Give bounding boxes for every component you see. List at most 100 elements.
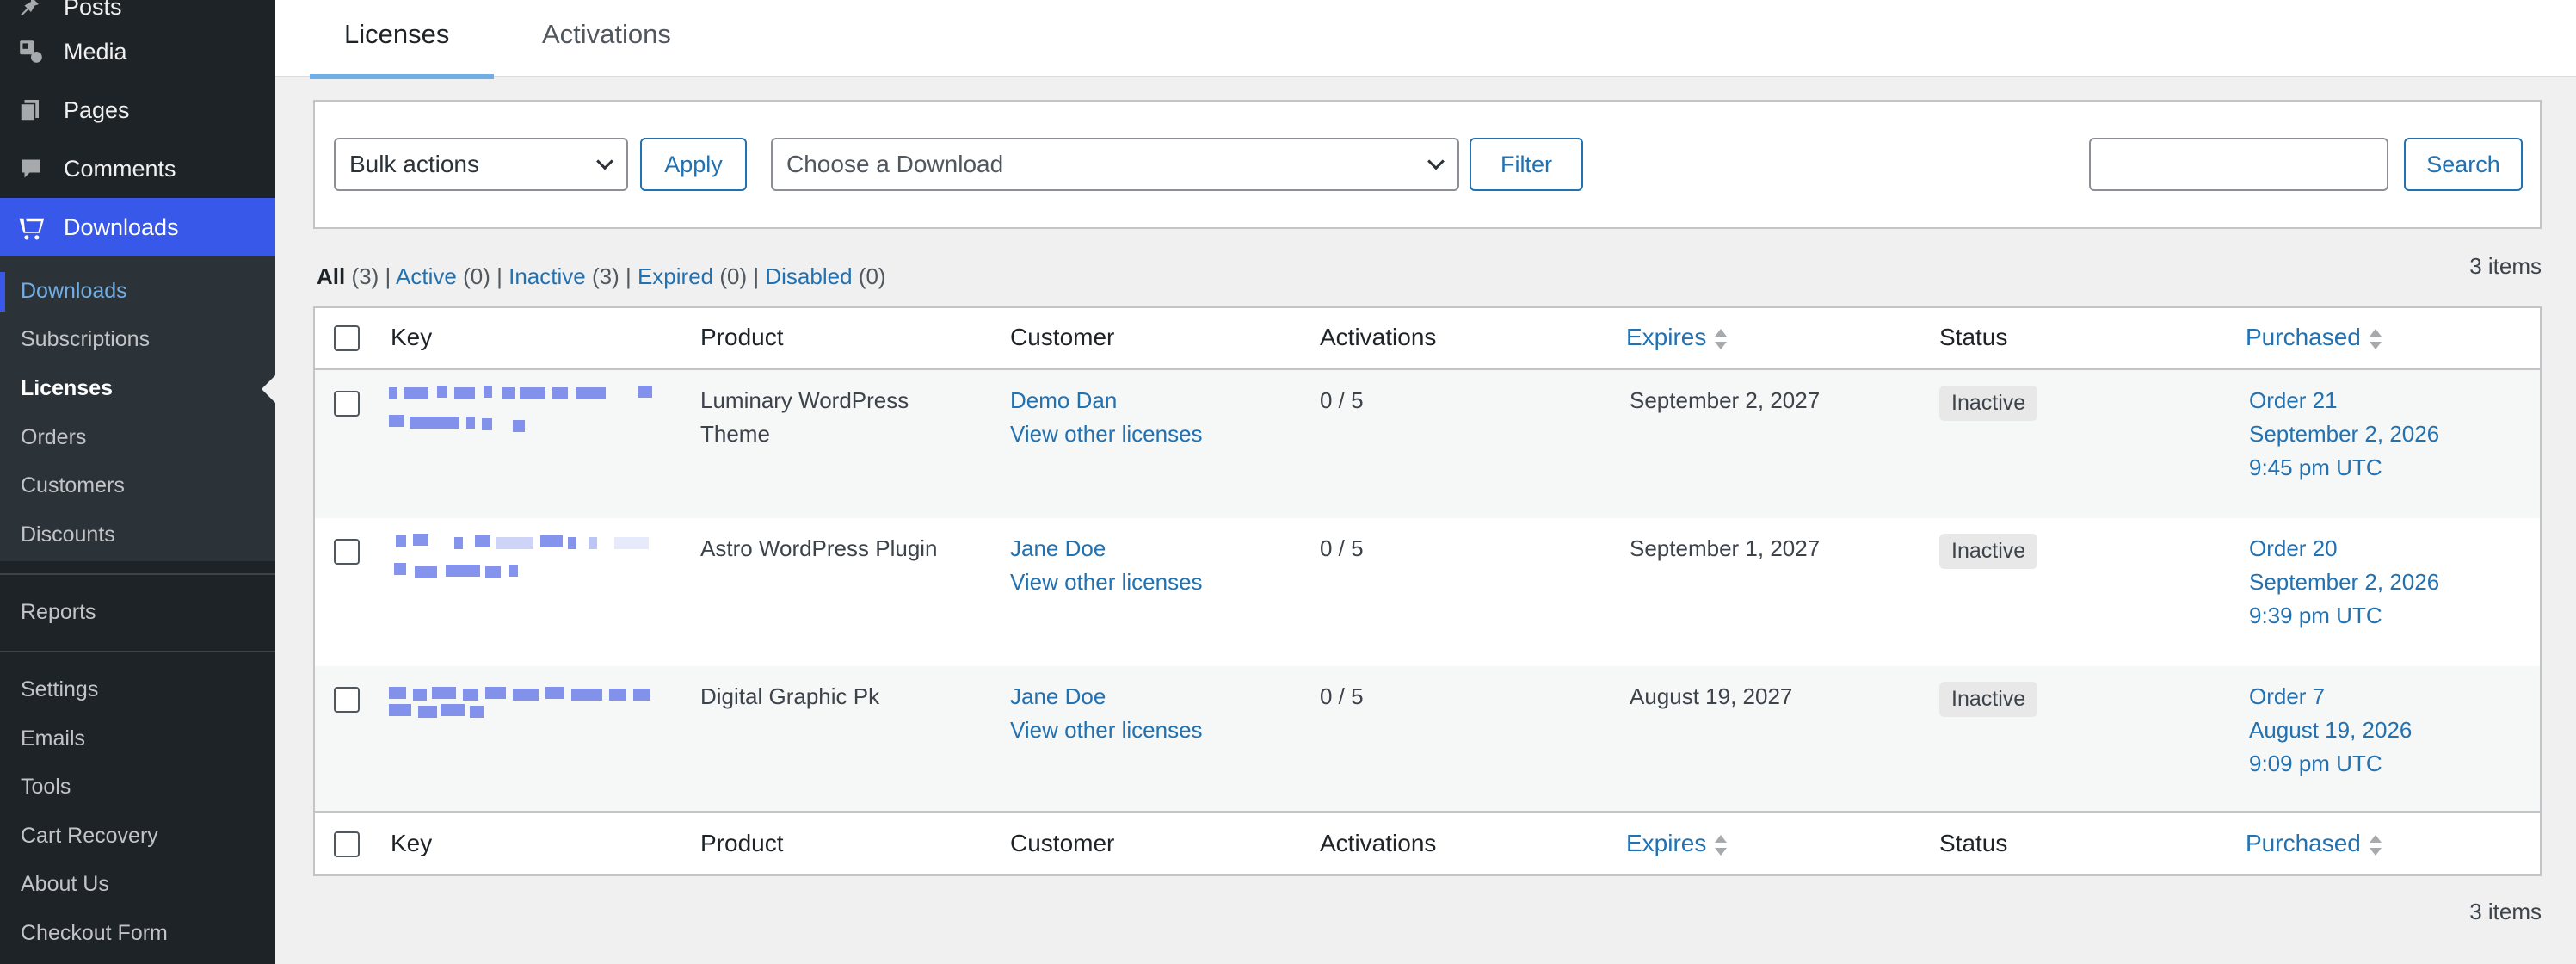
customer-link[interactable]: Demo Dan [1010, 384, 1203, 417]
bulk-actions-select[interactable]: Bulk actions [334, 138, 628, 191]
column-status: Status [1939, 324, 2008, 350]
submenu-item-customers[interactable]: Customers [21, 473, 125, 498]
column-customer: Customer [1010, 324, 1115, 350]
customer-cell: Demo Dan View other licenses [1010, 384, 1203, 451]
view-inactive[interactable]: Inactive [508, 263, 586, 289]
apply-button[interactable]: Apply [640, 138, 747, 191]
menu-item-downloads[interactable]: Downloads [0, 198, 275, 256]
status-badge: Inactive [1939, 534, 2038, 569]
purchased-time[interactable]: 9:45 pm UTC [2249, 451, 2439, 485]
menu-item-media[interactable]: Media [0, 22, 275, 81]
submenu-divider [0, 573, 275, 575]
table-row: Luminary WordPress Theme Demo Dan View o… [315, 370, 2540, 518]
status-badge: Inactive [1939, 386, 2038, 421]
active-tab-indicator [310, 74, 494, 79]
filter-button[interactable]: Filter [1470, 138, 1583, 191]
menu-item-label: Posts [64, 0, 122, 20]
chevron-down-icon [596, 152, 613, 170]
activations-count: 0 / 5 [1320, 535, 1364, 561]
submenu-divider [0, 651, 275, 652]
submenu-item-reports[interactable]: Reports [21, 600, 96, 625]
purchased-time[interactable]: 9:39 pm UTC [2249, 599, 2439, 633]
sort-icon [2369, 834, 2382, 856]
view-other-licenses-link[interactable]: View other licenses [1010, 714, 1203, 747]
column-purchased: Purchased [2246, 830, 2361, 856]
row-checkbox[interactable] [334, 687, 360, 713]
activations-count: 0 / 5 [1320, 387, 1364, 413]
menu-item-pages[interactable]: Pages [0, 81, 275, 139]
submenu-item-discounts[interactable]: Discounts [21, 522, 115, 547]
view-separator: | [753, 263, 760, 289]
submenu-indicator [0, 272, 5, 312]
product-name-line: Digital Graphic Pk [700, 683, 880, 709]
media-icon [15, 36, 46, 67]
customer-link[interactable]: Jane Doe [1010, 532, 1203, 565]
column-purchased-sort[interactable]: Purchased [2246, 324, 2382, 351]
submenu-item-tools[interactable]: Tools [21, 775, 71, 800]
expires-date: September 2, 2027 [1630, 387, 1821, 413]
license-tabs: Licenses Activations [275, 0, 2576, 77]
view-all[interactable]: All [317, 263, 345, 289]
submenu-item-cart-recovery[interactable]: Cart Recovery [21, 824, 158, 849]
order-link[interactable]: Order 20 [2249, 532, 2439, 565]
view-expired[interactable]: Expired [638, 263, 713, 289]
purchased-date[interactable]: September 2, 2026 [2249, 417, 2439, 451]
product-name-line: Theme [700, 421, 770, 447]
purchased-date[interactable]: September 2, 2026 [2249, 565, 2439, 599]
submenu-item-subscriptions[interactable]: Subscriptions [21, 327, 150, 352]
view-active[interactable]: Active [396, 263, 457, 289]
submenu-item-settings[interactable]: Settings [21, 677, 98, 702]
items-count-top: 3 items [2469, 253, 2542, 279]
tab-activations[interactable]: Activations [542, 19, 671, 50]
licenses-table: Key Product Customer Activations Expires… [313, 306, 2542, 876]
download-icon [15, 212, 46, 243]
bulk-actions-value: Bulk actions [349, 151, 479, 177]
purchased-time[interactable]: 9:09 pm UTC [2249, 747, 2412, 781]
submenu-item-about-us[interactable]: About Us [21, 872, 109, 897]
menu-item-comments[interactable]: Comments [0, 139, 275, 198]
customer-link[interactable]: Jane Doe [1010, 680, 1203, 714]
menu-item-label: Pages [64, 96, 130, 123]
column-purchased-sort[interactable]: Purchased [2246, 830, 2382, 857]
view-separator: | [496, 263, 502, 289]
submenu-item-orders[interactable]: Orders [21, 425, 86, 450]
license-key-redacted[interactable] [389, 682, 664, 737]
menu-item-label: Downloads [64, 213, 179, 240]
view-other-licenses-link[interactable]: View other licenses [1010, 417, 1203, 451]
menu-item-label: Media [64, 38, 127, 65]
filter-toolbar: Bulk actions Apply Choose a Download Fil… [313, 100, 2542, 229]
tab-licenses[interactable]: Licenses [344, 19, 449, 50]
select-all-checkbox[interactable] [334, 325, 360, 351]
select-all-checkbox[interactable] [334, 831, 360, 857]
search-input[interactable] [2089, 138, 2388, 191]
search-button[interactable]: Search [2404, 138, 2523, 191]
product-name: Luminary WordPress Theme [700, 384, 909, 451]
order-link[interactable]: Order 21 [2249, 384, 2439, 417]
comment-icon [15, 153, 46, 184]
submenu-item-checkout-form[interactable]: Checkout Form [21, 921, 168, 946]
pages-icon [15, 95, 46, 126]
row-checkbox[interactable] [334, 391, 360, 417]
column-expires: Expires [1626, 830, 1707, 856]
sort-icon [1715, 328, 1728, 349]
license-key-redacted[interactable] [389, 534, 664, 589]
submenu-item-downloads[interactable]: Downloads [21, 279, 127, 304]
view-other-licenses-link[interactable]: View other licenses [1010, 565, 1203, 599]
status-views: All (3) | Active (0) | Inactive (3) | Ex… [317, 263, 886, 290]
column-expires-sort[interactable]: Expires [1626, 324, 1728, 351]
order-link[interactable]: Order 7 [2249, 680, 2412, 714]
row-checkbox[interactable] [334, 539, 360, 565]
submenu-item-emails[interactable]: Emails [21, 726, 85, 751]
view-separator: | [385, 263, 391, 289]
column-expires: Expires [1626, 324, 1707, 350]
column-purchased: Purchased [2246, 324, 2361, 350]
submenu-item-licenses[interactable]: Licenses [21, 376, 113, 401]
purchased-date[interactable]: August 19, 2026 [2249, 714, 2412, 747]
table-row: Astro WordPress Plugin Jane Doe View oth… [315, 518, 2540, 666]
column-expires-sort[interactable]: Expires [1626, 830, 1728, 857]
view-disabled[interactable]: Disabled [765, 263, 852, 289]
license-key-redacted[interactable] [389, 386, 664, 441]
download-select[interactable]: Choose a Download [771, 138, 1459, 191]
view-separator: | [625, 263, 632, 289]
column-key: Key [391, 830, 433, 856]
